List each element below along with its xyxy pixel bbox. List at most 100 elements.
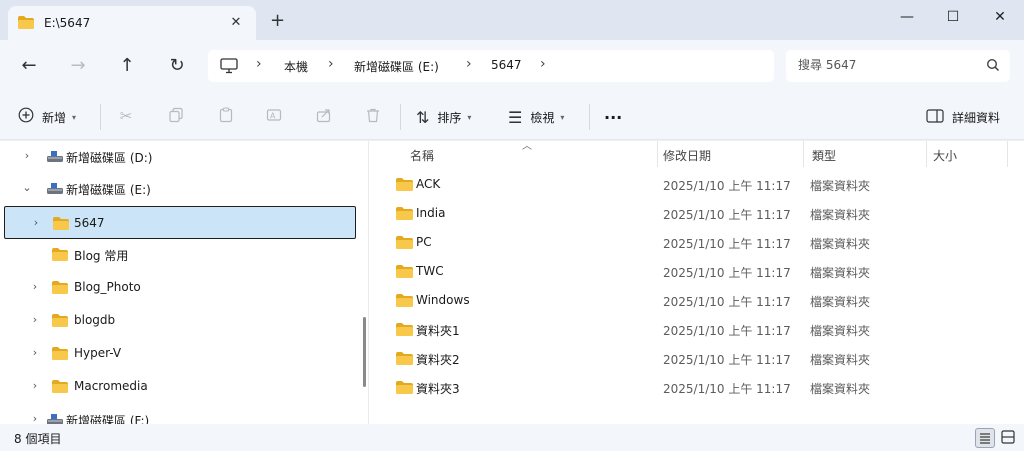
drive-icon bbox=[46, 413, 64, 424]
divider bbox=[589, 104, 590, 130]
delete-icon[interactable] bbox=[363, 107, 383, 127]
rename-icon[interactable]: A bbox=[264, 107, 284, 127]
breadcrumb-this-pc[interactable]: 本機 bbox=[284, 58, 308, 75]
details-pane-button[interactable]: 詳細資料 bbox=[926, 106, 1000, 128]
copy-icon[interactable] bbox=[166, 107, 186, 127]
folder-icon bbox=[396, 323, 413, 339]
tree-item-label: blogdb bbox=[74, 313, 116, 327]
chevron-down-icon: ▾ bbox=[72, 112, 77, 122]
file-type: 檔案資料夾 bbox=[810, 295, 871, 309]
folder-icon bbox=[52, 281, 68, 297]
file-modified: 2025/1/10 上午 11:17 bbox=[663, 237, 791, 251]
column-header-modified[interactable]: 修改日期 bbox=[658, 141, 803, 167]
minimize-button[interactable]: — bbox=[894, 6, 920, 28]
folder-icon bbox=[396, 265, 413, 281]
new-button[interactable]: 新增 ▾ bbox=[18, 106, 76, 128]
paste-icon[interactable] bbox=[216, 107, 236, 127]
file-type: 檔案資料夾 bbox=[810, 237, 871, 251]
chevron-right-icon[interactable]: › bbox=[28, 313, 42, 326]
view-button[interactable]: ☰ 檢視 ▾ bbox=[508, 106, 564, 128]
tree-item-drive-e[interactable]: ⌄ 新增磁碟區 (E:) bbox=[4, 174, 356, 204]
chevron-down-icon[interactable]: ⌄ bbox=[20, 181, 34, 194]
tree-item-label: Blog_Photo bbox=[74, 280, 141, 294]
column-divider[interactable] bbox=[1007, 141, 1008, 167]
file-row[interactable]: 資料夾3 2025/1/10 上午 11:17 檔案資料夾 bbox=[388, 373, 1008, 402]
tab-current-folder[interactable]: E:\5647 ✕ bbox=[8, 6, 256, 40]
share-icon[interactable] bbox=[314, 107, 334, 127]
chevron-right-icon[interactable]: › bbox=[28, 346, 42, 359]
search-input[interactable] bbox=[798, 58, 978, 72]
file-row[interactable]: 資料夾1 2025/1/10 上午 11:17 檔案資料夾 bbox=[388, 315, 1008, 344]
folder-icon bbox=[52, 248, 68, 264]
close-window-button[interactable]: ✕ bbox=[987, 6, 1013, 28]
details-pane-icon bbox=[926, 108, 944, 127]
chevron-right-icon[interactable]: › bbox=[20, 149, 34, 162]
tree-item-blog-photo[interactable]: › Blog_Photo bbox=[4, 273, 356, 303]
cut-icon[interactable]: ✂ bbox=[116, 107, 136, 127]
drive-icon bbox=[46, 182, 64, 199]
sort-icon: ⇅ bbox=[416, 107, 430, 127]
chevron-right-icon[interactable]: › bbox=[29, 216, 43, 229]
navigation-pane-scrollbar[interactable] bbox=[363, 317, 366, 387]
details-view-icon[interactable] bbox=[975, 428, 995, 448]
new-tab-button[interactable]: + bbox=[270, 12, 285, 30]
breadcrumb-chevron-icon[interactable]: › bbox=[540, 56, 546, 72]
search-icon[interactable] bbox=[986, 58, 1000, 75]
breadcrumb-chevron-icon[interactable]: › bbox=[256, 56, 262, 72]
command-bar: 新增 ▾ ✂ A ⇅ 排序 ▾ ☰ 檢視 ▾ ··· 詳細資料 bbox=[0, 92, 1024, 140]
file-row[interactable]: PC 2025/1/10 上午 11:17 檔案資料夾 bbox=[388, 228, 1008, 257]
close-tab-icon[interactable]: ✕ bbox=[226, 13, 246, 33]
tiles-view-icon[interactable] bbox=[999, 428, 1019, 448]
file-modified: 2025/1/10 上午 11:17 bbox=[663, 382, 791, 396]
tree-item-label: 新增磁碟區 (D:) bbox=[66, 151, 153, 165]
tree-item-drive-f[interactable]: › 新增磁碟區 (F:) bbox=[4, 405, 356, 424]
folder-icon bbox=[396, 352, 413, 368]
tree-item-5647[interactable]: › 5647 bbox=[4, 206, 356, 239]
address-bar[interactable]: › 本機 › 新增磁碟區 (E:) › 5647 › bbox=[208, 50, 774, 82]
file-row[interactable]: TWC 2025/1/10 上午 11:17 檔案資料夾 bbox=[388, 257, 1008, 286]
up-button[interactable]: ↑ bbox=[115, 54, 139, 78]
chevron-down-icon: ▾ bbox=[560, 112, 565, 122]
column-header-name[interactable]: 名稱 bbox=[372, 141, 657, 167]
folder-icon bbox=[396, 381, 413, 397]
more-options-button[interactable]: ··· bbox=[604, 106, 622, 128]
file-row[interactable]: ACK 2025/1/10 上午 11:17 檔案資料夾 bbox=[388, 170, 1008, 199]
tree-item-label: 新增磁碟區 (E:) bbox=[66, 183, 151, 197]
file-type: 檔案資料夾 bbox=[810, 208, 871, 222]
folder-icon bbox=[396, 236, 413, 252]
file-type: 檔案資料夾 bbox=[810, 179, 871, 193]
breadcrumb-drive-e[interactable]: 新增磁碟區 (E:) bbox=[354, 58, 439, 75]
maximize-button[interactable]: ☐ bbox=[940, 6, 966, 28]
column-header-size[interactable]: 大小 bbox=[927, 141, 1007, 167]
tab-title: E:\5647 bbox=[44, 16, 91, 30]
file-modified: 2025/1/10 上午 11:17 bbox=[663, 266, 791, 280]
breadcrumb-chevron-icon[interactable]: › bbox=[466, 56, 472, 72]
search-box[interactable] bbox=[786, 50, 1010, 82]
folder-icon bbox=[18, 16, 34, 32]
refresh-button[interactable]: ↻ bbox=[165, 54, 189, 78]
file-name: 資料夾2 bbox=[416, 353, 460, 367]
column-header-type[interactable]: 類型 bbox=[804, 141, 926, 167]
back-button[interactable]: ← bbox=[17, 54, 41, 78]
file-row[interactable]: India 2025/1/10 上午 11:17 檔案資料夾 bbox=[388, 199, 1008, 228]
tree-item-hyper-v[interactable]: › Hyper-V bbox=[4, 339, 356, 369]
file-modified: 2025/1/10 上午 11:17 bbox=[663, 324, 791, 338]
tree-item-macromedia[interactable]: › Macromedia bbox=[4, 372, 356, 402]
sort-button[interactable]: ⇅ 排序 ▾ bbox=[416, 106, 471, 128]
chevron-right-icon[interactable]: › bbox=[28, 280, 42, 293]
tree-item-blogdb[interactable]: › blogdb bbox=[4, 306, 356, 336]
file-row[interactable]: Windows 2025/1/10 上午 11:17 檔案資料夾 bbox=[388, 286, 1008, 315]
tree-item-drive-d[interactable]: › 新增磁碟區 (D:) bbox=[4, 142, 356, 172]
file-name: PC bbox=[416, 235, 432, 249]
breadcrumb-5647[interactable]: 5647 bbox=[491, 58, 522, 72]
chevron-right-icon[interactable]: › bbox=[28, 379, 42, 392]
details-label: 詳細資料 bbox=[952, 110, 1001, 125]
breadcrumb-chevron-icon[interactable]: › bbox=[328, 56, 334, 72]
column-size-label: 大小 bbox=[933, 149, 958, 163]
forward-button[interactable]: → bbox=[66, 54, 90, 78]
file-modified: 2025/1/10 上午 11:17 bbox=[663, 353, 791, 367]
file-row[interactable]: 資料夾2 2025/1/10 上午 11:17 檔案資料夾 bbox=[388, 344, 1008, 373]
folder-icon bbox=[396, 178, 413, 194]
chevron-right-icon[interactable]: › bbox=[28, 412, 42, 424]
tree-item-blog-common[interactable]: Blog 常用 bbox=[4, 240, 356, 270]
